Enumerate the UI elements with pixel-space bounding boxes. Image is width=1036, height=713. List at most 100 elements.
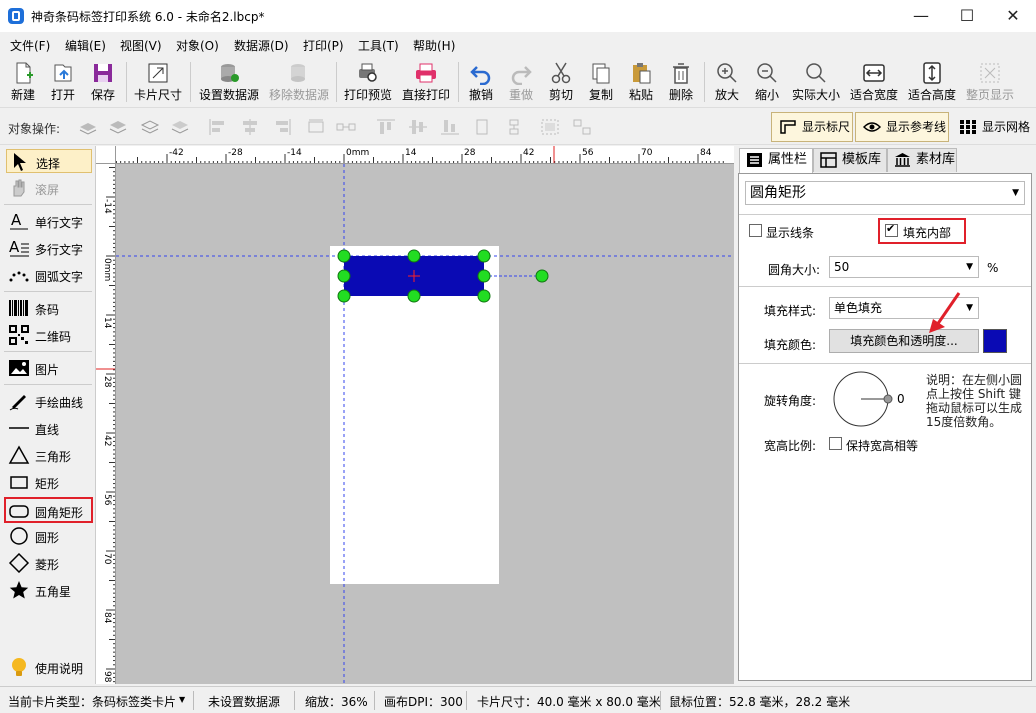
fit-height-button[interactable]: 适合高度 (904, 58, 960, 106)
rounded-rectangle-icon (9, 505, 29, 518)
align-top-icon[interactable] (376, 118, 396, 136)
keep-aspect-checkbox[interactable] (829, 437, 842, 450)
zoom-out-button[interactable]: 缩小 (748, 58, 786, 106)
circle-icon (10, 527, 28, 545)
corner-size-select[interactable]: 50 ▼ (829, 256, 979, 278)
show-ruler-toggle[interactable]: 显示标尺 (771, 112, 853, 142)
align-center-icon[interactable] (240, 118, 260, 136)
tool-triangle[interactable]: 三角形 (6, 443, 92, 467)
menu-view[interactable]: 视图(V) (120, 37, 162, 54)
menu-file[interactable]: 文件(F) (10, 37, 50, 54)
database-remove-icon (291, 64, 305, 82)
tool-rectangle[interactable]: 矩形 (6, 470, 92, 494)
tool-barcode[interactable]: 条码 (6, 296, 92, 320)
distribute-horizontal-icon[interactable] (306, 118, 326, 136)
tool-qrcode[interactable]: 二维码 (6, 323, 92, 347)
tool-arc-text[interactable]: 圆弧文字 (6, 263, 92, 287)
status-dpi: 画布DPI：300 (384, 695, 463, 709)
tool-single-text[interactable]: A 单行文字 (6, 209, 92, 233)
canvas-drawing (116, 164, 734, 684)
status-card-type[interactable]: 当前卡片类型：条码标签类卡片 (8, 693, 176, 710)
resize-handle-right[interactable] (477, 269, 491, 283)
delete-button[interactable]: 删除 (662, 58, 700, 106)
send-backward-icon[interactable] (140, 118, 160, 136)
tool-diamond[interactable]: 菱形 (6, 551, 92, 575)
redo-button[interactable]: 重做 (502, 58, 540, 106)
tool-scroll[interactable]: 滚屏 (6, 176, 92, 200)
status-card-type-dropdown-icon[interactable]: ▼ (179, 695, 185, 704)
rotation-label: 旋转角度: (764, 394, 817, 408)
bring-forward-icon[interactable] (108, 118, 128, 136)
resize-handle-bottom-left[interactable] (337, 289, 351, 303)
tool-separator (4, 291, 92, 292)
fill-inside-checkbox[interactable] (885, 222, 898, 237)
resize-handle-top-left[interactable] (337, 249, 351, 263)
resize-handle-bottom[interactable] (407, 289, 421, 303)
full-page-button[interactable]: 整页显示 (962, 58, 1018, 106)
menu-object[interactable]: 对象(O) (176, 37, 219, 54)
menu-print[interactable]: 打印(P) (303, 37, 344, 54)
resize-handle-bottom-right[interactable] (477, 289, 491, 303)
paste-button[interactable]: 粘贴 (622, 58, 660, 106)
zoom-in-button[interactable]: 放大 (708, 58, 746, 106)
tool-multi-text[interactable]: A 多行文字 (6, 236, 92, 260)
tool-circle[interactable]: 圆形 (6, 524, 92, 548)
send-back-icon[interactable] (170, 118, 190, 136)
remove-datasource-button[interactable]: 移除数据源 (266, 58, 332, 106)
tool-image[interactable]: 图片 (6, 356, 92, 380)
ruler-label: -28 (228, 148, 243, 158)
ungroup-icon[interactable] (572, 118, 592, 136)
actual-size-button[interactable]: 实际大小 (788, 58, 844, 106)
actual-size-icon (806, 63, 826, 83)
fill-color-swatch[interactable] (983, 329, 1007, 353)
fit-width-button[interactable]: 适合宽度 (846, 58, 902, 106)
show-grid-toggle[interactable]: 显示网格 (951, 112, 1033, 142)
undo-button[interactable]: 撤销 (462, 58, 500, 106)
menu-tools[interactable]: 工具(T) (358, 37, 399, 54)
minimize-button[interactable]: — (898, 0, 944, 32)
tab-materials[interactable]: 素材库 (887, 148, 957, 172)
copy-button[interactable]: 复制 (582, 58, 620, 106)
show-guides-toggle[interactable]: 显示参考线 (855, 112, 949, 142)
align-middle-icon[interactable] (408, 118, 428, 136)
print-preview-button[interactable]: 打印预览 (341, 58, 395, 106)
tool-star[interactable]: 五角星 (6, 578, 92, 602)
show-line-checkbox[interactable] (749, 224, 762, 237)
resize-handle-top-right[interactable] (477, 249, 491, 263)
tab-templates[interactable]: 模板库 (813, 148, 887, 172)
align-left-icon[interactable] (208, 118, 228, 136)
object-type-select[interactable]: 圆角矩形 ▼ (745, 181, 1025, 205)
menu-edit[interactable]: 编辑(E) (65, 37, 106, 54)
tab-properties[interactable]: 属性栏 (739, 148, 813, 173)
design-canvas[interactable] (116, 164, 734, 684)
align-right-icon[interactable] (272, 118, 292, 136)
resize-handle-left[interactable] (337, 269, 351, 283)
menu-datasource[interactable]: 数据源(D) (234, 37, 289, 54)
align-bottom-icon[interactable] (440, 118, 460, 136)
direct-print-button[interactable]: 直接打印 (399, 58, 453, 106)
close-button[interactable]: ✕ (990, 0, 1036, 32)
menu-help[interactable]: 帮助(H) (413, 37, 455, 54)
same-width-icon[interactable] (472, 118, 492, 136)
cut-button[interactable]: 剪切 (542, 58, 580, 106)
tool-rounded-rect[interactable]: 圆角矩形 (4, 497, 93, 523)
bring-front-icon[interactable] (78, 118, 98, 136)
same-height-icon[interactable] (504, 118, 524, 136)
save-button[interactable]: 保存 (84, 58, 122, 106)
status-separator (193, 691, 194, 710)
open-button[interactable]: 打开 (44, 58, 82, 106)
set-datasource-button[interactable]: 设置数据源 (196, 58, 262, 106)
group-icon[interactable] (540, 118, 560, 136)
vertical-ruler: -14 0mm 14 28 42 56 70 84 98 (96, 164, 116, 684)
new-button[interactable]: 新建 (4, 58, 42, 106)
distribute-vertical-icon[interactable] (336, 118, 356, 136)
tool-help[interactable]: 使用说明 (6, 655, 92, 679)
tool-line[interactable]: 直线 (6, 416, 92, 440)
ruler-label: 28 (464, 148, 476, 158)
resize-handle-top[interactable] (407, 249, 421, 263)
tool-select[interactable]: 选择 (6, 149, 92, 173)
maximize-button[interactable]: ☐ (944, 0, 990, 32)
card-size-button[interactable]: 卡片尺寸 (131, 58, 185, 106)
tool-freehand[interactable]: 手绘曲线 (6, 389, 92, 413)
rotation-handle[interactable] (535, 269, 549, 283)
